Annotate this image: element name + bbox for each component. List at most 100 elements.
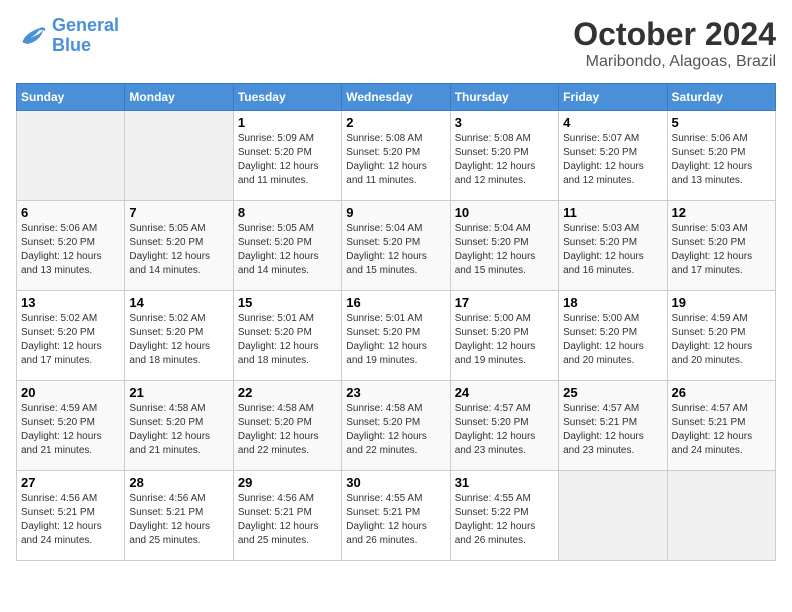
day-cell: 17Sunrise: 5:00 AMSunset: 5:20 PMDayligh… [450,291,558,381]
daylight-text: Daylight: 12 hours and 12 minutes. [563,160,662,188]
sunrise-text: Sunrise: 5:05 AM [129,222,228,236]
sunrise-text: Sunrise: 5:01 AM [346,312,445,326]
day-info: Sunrise: 5:07 AMSunset: 5:20 PMDaylight:… [563,132,662,188]
sunset-text: Sunset: 5:20 PM [238,416,337,430]
day-info: Sunrise: 4:59 AMSunset: 5:20 PMDaylight:… [672,312,771,368]
daylight-text: Daylight: 12 hours and 21 minutes. [21,430,120,458]
daylight-text: Daylight: 12 hours and 18 minutes. [238,340,337,368]
sunset-text: Sunset: 5:20 PM [238,146,337,160]
day-cell: 11Sunrise: 5:03 AMSunset: 5:20 PMDayligh… [559,201,667,291]
day-info: Sunrise: 4:59 AMSunset: 5:20 PMDaylight:… [21,402,120,458]
day-info: Sunrise: 4:58 AMSunset: 5:20 PMDaylight:… [346,402,445,458]
day-info: Sunrise: 5:08 AMSunset: 5:20 PMDaylight:… [346,132,445,188]
daylight-text: Daylight: 12 hours and 22 minutes. [346,430,445,458]
sunset-text: Sunset: 5:20 PM [21,326,120,340]
day-number: 16 [346,295,445,310]
sunrise-text: Sunrise: 5:03 AM [672,222,771,236]
sunset-text: Sunset: 5:20 PM [455,236,554,250]
day-cell: 8Sunrise: 5:05 AMSunset: 5:20 PMDaylight… [233,201,341,291]
day-cell: 3 Sunrise: 5:08 AMSunset: 5:20 PMDaylight… [450,111,558,201]
day-number: 24 [455,385,554,400]
sunset-text: Sunset: 5:20 PM [238,326,337,340]
day-cell: 1Sunrise: 5:09 AMSunset: 5:20 PMDaylight… [233,111,341,201]
day-cell: 16Sunrise: 5:01 AMSunset: 5:20 PMDayligh… [342,291,450,381]
daylight-text: Daylight: 12 hours and 20 minutes. [563,340,662,368]
sunrise-text: Sunrise: 4:57 AM [455,402,554,416]
day-info: Sunrise: 5:02 AMSunset: 5:20 PMDaylight:… [129,312,228,368]
day-info: Sunrise: 5:02 AMSunset: 5:20 PMDaylight:… [21,312,120,368]
day-info: Sunrise: 5:08 AMSunset: 5:20 PMDaylight:… [455,132,554,188]
week-row-4: 20Sunrise: 4:59 AMSunset: 5:20 PMDayligh… [17,381,776,471]
header-sunday: Sunday [17,84,125,111]
day-cell: 19Sunrise: 4:59 AMSunset: 5:20 PMDayligh… [667,291,775,381]
sunrise-text: Sunrise: 4:57 AM [672,402,771,416]
daylight-text: Daylight: 12 hours and 23 minutes. [563,430,662,458]
day-cell: 29Sunrise: 4:56 AMSunset: 5:21 PMDayligh… [233,471,341,561]
day-number: 25 [563,385,662,400]
sunrise-text: Sunrise: 5:02 AM [21,312,120,326]
day-info: Sunrise: 4:56 AMSunset: 5:21 PMDaylight:… [129,492,228,548]
day-number: 26 [672,385,771,400]
sunset-text: Sunset: 5:21 PM [563,416,662,430]
sunset-text: Sunset: 5:20 PM [129,416,228,430]
day-number: 4 [563,115,662,130]
day-number: 28 [129,475,228,490]
sunset-text: Sunset: 5:20 PM [346,416,445,430]
day-cell [17,111,125,201]
daylight-text: Daylight: 12 hours and 16 minutes. [563,250,662,278]
day-cell: 2 Sunrise: 5:08 AMSunset: 5:20 PMDaylight… [342,111,450,201]
day-cell: 27Sunrise: 4:56 AMSunset: 5:21 PMDayligh… [17,471,125,561]
day-info: Sunrise: 5:05 AMSunset: 5:20 PMDaylight:… [129,222,228,278]
sunrise-text: Sunrise: 5:04 AM [455,222,554,236]
daylight-text: Daylight: 12 hours and 22 minutes. [238,430,337,458]
sunset-text: Sunset: 5:20 PM [672,146,771,160]
sunset-text: Sunset: 5:21 PM [21,506,120,520]
day-info: Sunrise: 5:03 AMSunset: 5:20 PMDaylight:… [563,222,662,278]
daylight-text: Daylight: 12 hours and 23 minutes. [455,430,554,458]
day-number: 2 [346,115,445,130]
day-number: 3 [455,115,554,130]
title-block: October 2024 Maribondo, Alagoas, Brazil [573,16,776,71]
day-number: 21 [129,385,228,400]
header-thursday: Thursday [450,84,558,111]
sunrise-text: Sunrise: 4:59 AM [672,312,771,326]
day-cell: 6Sunrise: 5:06 AMSunset: 5:20 PMDaylight… [17,201,125,291]
day-number: 13 [21,295,120,310]
day-cell: 22Sunrise: 4:58 AMSunset: 5:20 PMDayligh… [233,381,341,471]
daylight-text: Daylight: 12 hours and 15 minutes. [455,250,554,278]
logo: General Blue [16,16,119,56]
daylight-text: Daylight: 12 hours and 18 minutes. [129,340,228,368]
day-cell: 15 Sunrise: 5:01 AMSunset: 5:20 PMDayligh… [233,291,341,381]
header-saturday: Saturday [667,84,775,111]
sunset-text: Sunset: 5:21 PM [129,506,228,520]
day-number: 30 [346,475,445,490]
sunset-text: Sunset: 5:20 PM [129,326,228,340]
sunrise-text: Sunrise: 5:09 AM [238,132,337,146]
sunset-text: Sunset: 5:20 PM [129,236,228,250]
header-tuesday: Tuesday [233,84,341,111]
day-info: Sunrise: 5:03 AMSunset: 5:20 PMDaylight:… [672,222,771,278]
daylight-text: Daylight: 12 hours and 26 minutes. [346,520,445,548]
calendar-title: October 2024 [573,16,776,53]
sunrise-text: Sunrise: 4:55 AM [455,492,554,506]
sunrise-text: Sunrise: 5:00 AM [455,312,554,326]
week-row-2: 6Sunrise: 5:06 AMSunset: 5:20 PMDaylight… [17,201,776,291]
sunrise-text: Sunrise: 5:04 AM [346,222,445,236]
daylight-text: Daylight: 12 hours and 13 minutes. [21,250,120,278]
sunrise-text: Sunrise: 4:56 AM [129,492,228,506]
daylight-text: Daylight: 12 hours and 19 minutes. [346,340,445,368]
day-cell: 5Sunrise: 5:06 AMSunset: 5:20 PMDaylight… [667,111,775,201]
page-header: General Blue October 2024 Maribondo, Ala… [16,16,776,71]
daylight-text: Daylight: 12 hours and 13 minutes. [672,160,771,188]
day-number: 6 [21,205,120,220]
sunrise-text: Sunrise: 5:01 AM [238,312,337,326]
day-info: Sunrise: 5:00 AMSunset: 5:20 PMDaylight:… [563,312,662,368]
sunrise-text: Sunrise: 4:57 AM [563,402,662,416]
day-cell: 9Sunrise: 5:04 AMSunset: 5:20 PMDaylight… [342,201,450,291]
day-number: 15 [238,295,337,310]
daylight-text: Daylight: 12 hours and 11 minutes. [238,160,337,188]
logo-text: General Blue [52,16,119,56]
day-number: 31 [455,475,554,490]
day-cell: 30Sunrise: 4:55 AMSunset: 5:21 PMDayligh… [342,471,450,561]
day-info: Sunrise: 4:56 AMSunset: 5:21 PMDaylight:… [238,492,337,548]
